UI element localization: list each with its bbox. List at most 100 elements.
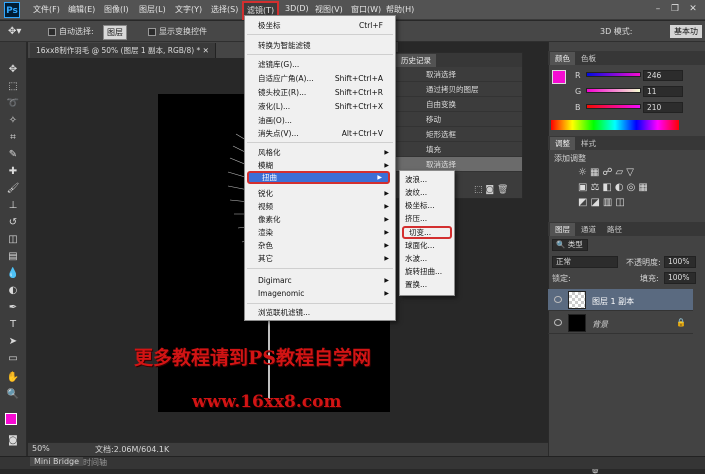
move-tool-icon[interactable]: ✥ bbox=[5, 62, 21, 78]
menu-3d[interactable]: 3D(D) bbox=[285, 4, 309, 13]
history-item[interactable]: 矩形选框 bbox=[394, 127, 522, 142]
brush-tool-icon[interactable]: 🖌 bbox=[5, 181, 21, 197]
history-brush-icon[interactable]: ↺ bbox=[5, 215, 21, 231]
dodge-tool-icon[interactable]: ◐ bbox=[5, 283, 21, 299]
menu-item-adaptive-wide-angle[interactable]: 自适应广角(A)... Shift+Ctrl+A bbox=[245, 72, 395, 85]
foreground-color-swatch[interactable] bbox=[5, 413, 17, 425]
tab-timeline[interactable]: 时间轴 bbox=[83, 457, 107, 468]
zoom-level[interactable]: 50% bbox=[32, 444, 50, 453]
restore-icon[interactable]: ❐ bbox=[668, 3, 682, 16]
menu-edit[interactable]: 编辑(E) bbox=[68, 4, 95, 15]
menu-view[interactable]: 视图(V) bbox=[315, 4, 343, 15]
history-item[interactable]: 填充 bbox=[394, 142, 522, 157]
minimize-icon[interactable]: – bbox=[651, 3, 665, 16]
gradient-icon[interactable]: ▤ bbox=[5, 249, 21, 265]
history-panel-tab[interactable]: 历史记录 bbox=[396, 54, 436, 67]
type-tool-icon[interactable]: T bbox=[5, 317, 21, 333]
menu-item-render[interactable]: 渲染 ▶ bbox=[245, 226, 395, 239]
layer-row[interactable]: 背景 🔒 bbox=[548, 312, 693, 334]
magic-wand-icon[interactable]: ✧ bbox=[5, 113, 21, 129]
history-footer-icons[interactable]: ⬚ ◙ 🗑 bbox=[474, 185, 508, 195]
document-tab[interactable]: 16xx8制作羽毛 @ 50% (图层 1 副本, RGB/8) * ✕ bbox=[30, 43, 216, 58]
blend-mode-select[interactable]: 正常 bbox=[552, 256, 618, 268]
clone-stamp-icon[interactable]: ⊥ bbox=[5, 198, 21, 214]
path-select-icon[interactable]: ➤ bbox=[5, 334, 21, 350]
menu-item-liquify[interactable]: 液化(L)... Shift+Ctrl+X bbox=[245, 100, 395, 113]
history-item[interactable]: 自由变换 bbox=[394, 97, 522, 112]
submenu-item-pinch[interactable]: 挤压... bbox=[400, 212, 454, 225]
menu-help[interactable]: 帮助(H) bbox=[386, 4, 414, 15]
menu-item-noise[interactable]: 杂色 ▶ bbox=[245, 239, 395, 252]
move-tool-icon[interactable]: ✥▾ bbox=[8, 26, 21, 37]
tab-layers[interactable]: 图层 bbox=[550, 223, 575, 236]
menu-item-distort[interactable]: 扭曲 ▶ bbox=[247, 171, 390, 184]
submenu-item-ripple[interactable]: 波纹... bbox=[400, 186, 454, 199]
menu-item-sharpen[interactable]: 锐化 ▶ bbox=[245, 187, 395, 200]
menu-image[interactable]: 图像(I) bbox=[104, 4, 129, 15]
tab-styles[interactable]: 样式 bbox=[576, 137, 601, 150]
tab-adjustments[interactable]: 调整 bbox=[550, 137, 575, 150]
healing-brush-icon[interactable]: ✚ bbox=[5, 164, 21, 180]
submenu-item-displace[interactable]: 置换... bbox=[400, 278, 454, 291]
show-transform-checkbox[interactable]: 显示变换控件 bbox=[148, 26, 207, 37]
quick-mask-icon[interactable]: ◙ bbox=[5, 433, 21, 449]
submenu-item-wave[interactable]: 波浪... bbox=[400, 173, 454, 186]
history-item[interactable]: 取消选择 bbox=[394, 67, 522, 82]
eraser-icon[interactable]: ◫ bbox=[5, 232, 21, 248]
layer-filter-kind[interactable]: 🔍 类型 bbox=[552, 239, 588, 251]
fill-field[interactable]: 100% bbox=[664, 272, 696, 284]
submenu-item-polar-coordinates[interactable]: 极坐标... bbox=[400, 199, 454, 212]
red-slider[interactable] bbox=[586, 72, 641, 77]
menu-item-other[interactable]: 其它 ▶ bbox=[245, 252, 395, 265]
lasso-tool-icon[interactable]: ➰ bbox=[5, 96, 21, 112]
submenu-item-spherize[interactable]: 球面化... bbox=[400, 239, 454, 252]
auto-select-dropdown[interactable]: 图层 bbox=[103, 25, 127, 40]
menu-item-oil-paint[interactable]: 油画(O)... bbox=[245, 114, 395, 127]
history-item[interactable]: 移动 bbox=[394, 112, 522, 127]
hand-tool-icon[interactable]: ✋ bbox=[5, 370, 21, 386]
crop-tool-icon[interactable]: ⌗ bbox=[5, 130, 21, 146]
layer-name[interactable]: 图层 1 副本 bbox=[592, 296, 634, 307]
menu-item-convert-smart-filter[interactable]: 转换为智能滤镜 bbox=[245, 39, 395, 52]
zoom-tool-icon[interactable]: 🔍 bbox=[5, 387, 21, 403]
history-item[interactable]: 通过拷贝的图层 bbox=[394, 82, 522, 97]
tab-mini-bridge[interactable]: Mini Bridge bbox=[30, 457, 84, 466]
workspace-switcher[interactable]: 基本功 bbox=[670, 25, 702, 38]
visibility-eye-icon[interactable] bbox=[554, 319, 562, 326]
submenu-item-zigzag[interactable]: 水波... bbox=[400, 252, 454, 265]
menu-item-video[interactable]: 视频 ▶ bbox=[245, 200, 395, 213]
menu-item-lens-correction[interactable]: 镜头校正(R)... Shift+Ctrl+R bbox=[245, 86, 395, 99]
red-value-field[interactable]: 246 bbox=[643, 70, 683, 81]
layer-name[interactable]: 背景 bbox=[592, 319, 608, 330]
menu-item-filter-gallery[interactable]: 滤镜库(G)... bbox=[245, 58, 395, 71]
tab-channels[interactable]: 通道 bbox=[576, 223, 601, 236]
shape-tool-icon[interactable]: ▭ bbox=[5, 351, 21, 367]
menu-item-stylize[interactable]: 风格化 ▶ bbox=[245, 146, 395, 159]
adjustment-icons[interactable]: ☼▦☍▱▽ ▣⚖◧◐◎▦ ◩◪▥◫ bbox=[578, 165, 668, 210]
auto-select-checkbox[interactable]: 自动选择: bbox=[48, 26, 94, 37]
close-icon[interactable]: ✕ bbox=[686, 3, 700, 16]
menu-select[interactable]: 选择(S) bbox=[211, 4, 238, 15]
menu-item-browse-online-filters[interactable]: 浏览联机滤镜... bbox=[245, 306, 395, 319]
opacity-field[interactable]: 100% bbox=[664, 256, 696, 268]
submenu-item-shear[interactable]: 切变... bbox=[402, 226, 452, 239]
menu-item-last-filter[interactable]: 极坐标 Ctrl+F bbox=[245, 19, 395, 32]
blue-slider[interactable] bbox=[586, 104, 641, 109]
menu-item-pixelate[interactable]: 像素化 ▶ bbox=[245, 213, 395, 226]
green-value-field[interactable]: 11 bbox=[643, 86, 683, 97]
marquee-tool-icon[interactable]: ⬚ bbox=[5, 79, 21, 95]
menu-file[interactable]: 文件(F) bbox=[33, 4, 60, 15]
menu-item-vanishing-point[interactable]: 消失点(V)... Alt+Ctrl+V bbox=[245, 127, 395, 140]
blue-value-field[interactable]: 210 bbox=[643, 102, 683, 113]
blur-tool-icon[interactable]: 💧 bbox=[5, 266, 21, 282]
green-slider[interactable] bbox=[586, 88, 641, 93]
menu-window[interactable]: 窗口(W) bbox=[351, 4, 381, 15]
menu-item-imagenomic[interactable]: Imagenomic ▶ bbox=[245, 287, 395, 300]
color-foreground-swatch[interactable] bbox=[552, 70, 566, 84]
menu-layer[interactable]: 图层(L) bbox=[139, 4, 166, 15]
eyedropper-icon[interactable]: ✎ bbox=[5, 147, 21, 163]
layer-row-selected[interactable]: 图层 1 副本 bbox=[548, 289, 693, 311]
color-spectrum-bar[interactable] bbox=[551, 120, 679, 130]
visibility-eye-icon[interactable] bbox=[554, 296, 562, 303]
menu-type[interactable]: 文字(Y) bbox=[175, 4, 202, 15]
